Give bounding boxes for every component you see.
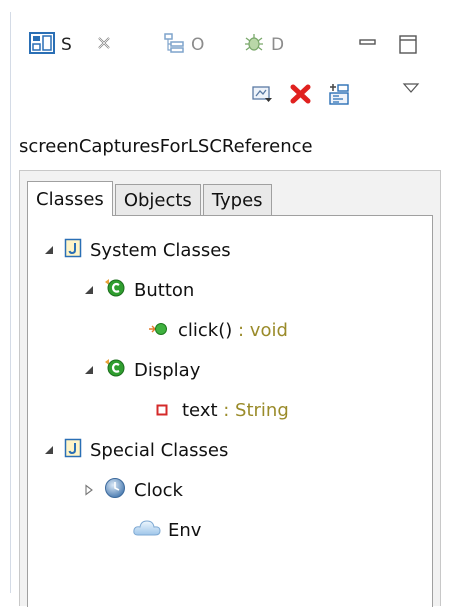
root-label: screenCapturesForLSCReference <box>19 136 313 157</box>
field-name: text <box>182 399 218 421</box>
class-tree: System Classes Button click(): void Dis… <box>27 215 433 607</box>
tab-classes[interactable]: Classes <box>27 181 113 216</box>
tab-outline[interactable]: O <box>163 32 205 59</box>
method-icon <box>148 320 168 341</box>
tree-node-button[interactable]: Button <box>82 277 194 303</box>
view-menu-icon[interactable] <box>397 74 425 102</box>
expanded-icon[interactable] <box>82 363 96 377</box>
collapsed-icon[interactable] <box>82 483 96 497</box>
tab-debug-label: D <box>271 34 285 55</box>
tab-debug[interactable]: D <box>243 32 285 59</box>
tab-structure[interactable]: S <box>29 31 112 59</box>
debug-icon <box>243 32 265 59</box>
tree-node-label: Clock <box>134 479 183 501</box>
tree-node-click-method[interactable]: click() : void <box>138 317 288 343</box>
remove-icon[interactable] <box>287 80 315 108</box>
expanded-icon[interactable] <box>82 283 96 297</box>
view-toolbar <box>11 80 444 116</box>
open-diagram-icon[interactable] <box>249 80 277 108</box>
tree-node-display[interactable]: Display <box>82 357 200 383</box>
field-icon <box>156 400 168 421</box>
tab-types[interactable]: Types <box>202 184 272 215</box>
structure-view-icon <box>29 31 55 59</box>
expanded-icon[interactable] <box>42 243 56 257</box>
tab-objects[interactable]: Objects <box>114 184 201 215</box>
outline-icon <box>163 32 185 59</box>
inner-tab-bar: Classes Objects Types <box>27 179 274 216</box>
structure-view: S O D screenCapturesForLSCReference Clas… <box>10 12 444 607</box>
class-icon <box>104 278 126 303</box>
minimize-icon[interactable] <box>357 34 379 56</box>
package-icon <box>64 438 82 463</box>
tree-node-label: System Classes <box>90 239 231 261</box>
class-icon <box>104 358 126 383</box>
method-type: : void <box>238 319 288 341</box>
tree-node-label: Display <box>134 359 201 381</box>
tree-node-system-classes[interactable]: System Classes <box>42 237 231 263</box>
close-tab-icon[interactable] <box>96 35 112 56</box>
tree-node-clock[interactable]: Clock <box>82 477 183 503</box>
tree-node-label: Special Classes <box>90 439 229 461</box>
tree-node-env[interactable]: Env <box>132 517 201 543</box>
inner-panel: Classes Objects Types System Classes But… <box>19 170 441 607</box>
tree-node-label: Button <box>134 279 195 301</box>
field-type: : String <box>223 399 289 421</box>
view-tab-strip: S O D <box>11 12 444 70</box>
method-name: click() <box>178 319 233 341</box>
package-icon <box>64 238 82 263</box>
tree-node-label: Env <box>168 519 202 541</box>
tree-node-text-field[interactable]: text : String <box>156 397 289 423</box>
expanded-icon[interactable] <box>42 443 56 457</box>
tab-outline-label: O <box>191 34 205 55</box>
tree-node-special-classes[interactable]: Special Classes <box>42 437 228 463</box>
layout-icon[interactable] <box>325 80 353 108</box>
clock-icon <box>104 477 126 504</box>
maximize-icon[interactable] <box>397 34 419 56</box>
tab-structure-label: S <box>61 34 72 55</box>
cloud-icon <box>132 518 162 543</box>
